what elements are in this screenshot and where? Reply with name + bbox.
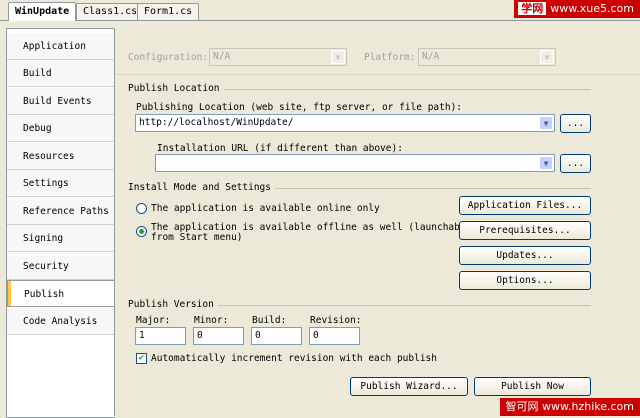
nav-item-build[interactable]: Build <box>7 60 115 87</box>
tab-form1[interactable]: Form1.cs <box>137 3 200 20</box>
watermark-bottom: 智可网 www.hzhike.com <box>499 398 640 416</box>
publish-wizard-button[interactable]: Publish Wizard... <box>350 377 468 396</box>
config-separator <box>115 74 640 75</box>
options-button[interactable]: Options... <box>459 271 591 290</box>
configuration-value: N/A <box>213 51 231 62</box>
project-properties-nav: Application Build Build Events Debug Res… <box>6 28 117 418</box>
configuration-label: Configuration: <box>128 52 209 63</box>
tab-winupdate[interactable]: WinUpdate <box>8 2 77 21</box>
nav-item-security[interactable]: Security <box>7 253 115 280</box>
chevron-down-icon[interactable]: ▼ <box>539 116 553 130</box>
prerequisites-button[interactable]: Prerequisites... <box>459 221 591 240</box>
auto-increment-label[interactable]: Automatically increment revision with ea… <box>151 353 437 364</box>
online-only-label[interactable]: The application is available online only <box>151 203 380 214</box>
chevron-down-icon: ▼ <box>540 50 554 64</box>
watermark-top: 学网 www.xue5.com <box>514 0 640 18</box>
platform-select[interactable]: N/A ▼ <box>418 48 556 66</box>
minor-label: Minor: <box>194 315 229 326</box>
platform-label: Platform: <box>364 52 416 63</box>
publishing-location-value: http://localhost/WinUpdate/ <box>139 117 294 128</box>
chevron-down-icon[interactable]: ▼ <box>539 156 553 170</box>
nav-item-code-analysis[interactable]: Code Analysis <box>7 308 115 335</box>
nav-item-reference-paths[interactable]: Reference Paths <box>7 198 115 225</box>
revision-field[interactable]: 0 <box>309 327 360 345</box>
installation-url-combo[interactable]: ▼ <box>155 154 555 172</box>
auto-increment-checkbox[interactable]: ✔ <box>136 353 147 364</box>
revision-label: Revision: <box>310 315 362 326</box>
browse-installation-url-button[interactable]: ... <box>560 154 591 173</box>
publishing-location-combo[interactable]: http://localhost/WinUpdate/ ▼ <box>135 114 555 132</box>
nav-item-settings[interactable]: Settings <box>7 170 115 197</box>
configuration-select[interactable]: N/A ▼ <box>209 48 347 66</box>
publish-now-button[interactable]: Publish Now <box>474 377 591 396</box>
browse-location-button[interactable]: ... <box>560 114 591 133</box>
installation-url-label: Installation URL (if different than abov… <box>157 143 403 154</box>
publishing-location-label: Publishing Location (web site, ftp serve… <box>136 102 463 113</box>
major-label: Major: <box>136 315 171 326</box>
application-files-button[interactable]: Application Files... <box>459 196 591 215</box>
nav-item-application[interactable]: Application <box>7 33 115 60</box>
online-only-radio[interactable] <box>136 203 147 214</box>
build-label: Build: <box>252 315 287 326</box>
nav-item-resources[interactable]: Resources <box>7 143 115 170</box>
watermark-url: www.xue5.com <box>550 2 634 15</box>
publish-page: Configuration: N/A ▼ Platform: N/A ▼ Pub… <box>114 28 640 416</box>
major-field[interactable]: 1 <box>135 327 186 345</box>
offline-radio[interactable] <box>136 226 147 237</box>
watermark-brand: 学网 <box>518 2 547 15</box>
offline-label-line2[interactable]: from Start menu) <box>151 232 243 243</box>
nav-item-signing[interactable]: Signing <box>7 225 115 252</box>
publish-location-heading: Publish Location <box>128 83 224 94</box>
publish-version-heading: Publish Version <box>128 299 218 310</box>
minor-field[interactable]: 0 <box>193 327 244 345</box>
nav-item-build-events[interactable]: Build Events <box>7 88 115 115</box>
updates-button[interactable]: Updates... <box>459 246 591 265</box>
tab-class1[interactable]: Class1.cs <box>76 3 145 20</box>
nav-item-debug[interactable]: Debug <box>7 115 115 142</box>
build-field[interactable]: 0 <box>251 327 302 345</box>
install-mode-heading: Install Mode and Settings <box>128 182 275 193</box>
nav-item-publish[interactable]: Publish <box>7 280 117 307</box>
chevron-down-icon: ▼ <box>331 50 345 64</box>
platform-value: N/A <box>422 51 440 62</box>
